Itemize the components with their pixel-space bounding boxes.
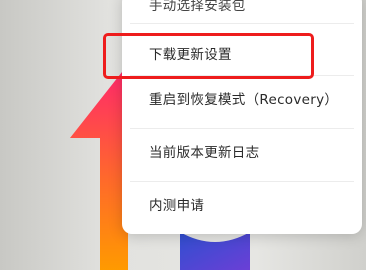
menu-item-beta-test-application[interactable]: 内测申请	[122, 178, 362, 230]
menu-divider	[130, 23, 354, 24]
options-popup-menu: 手动选择安装包 下载更新设置 重启到恢复模式（Recovery） 当前版本更新日…	[122, 0, 362, 234]
menu-item-reboot-to-recovery[interactable]: 重启到恢复模式（Recovery）	[122, 72, 362, 124]
menu-item-current-version-changelog[interactable]: 当前版本更新日志	[122, 125, 362, 177]
menu-item-manual-select-package[interactable]: 手动选择安装包	[122, 0, 362, 30]
